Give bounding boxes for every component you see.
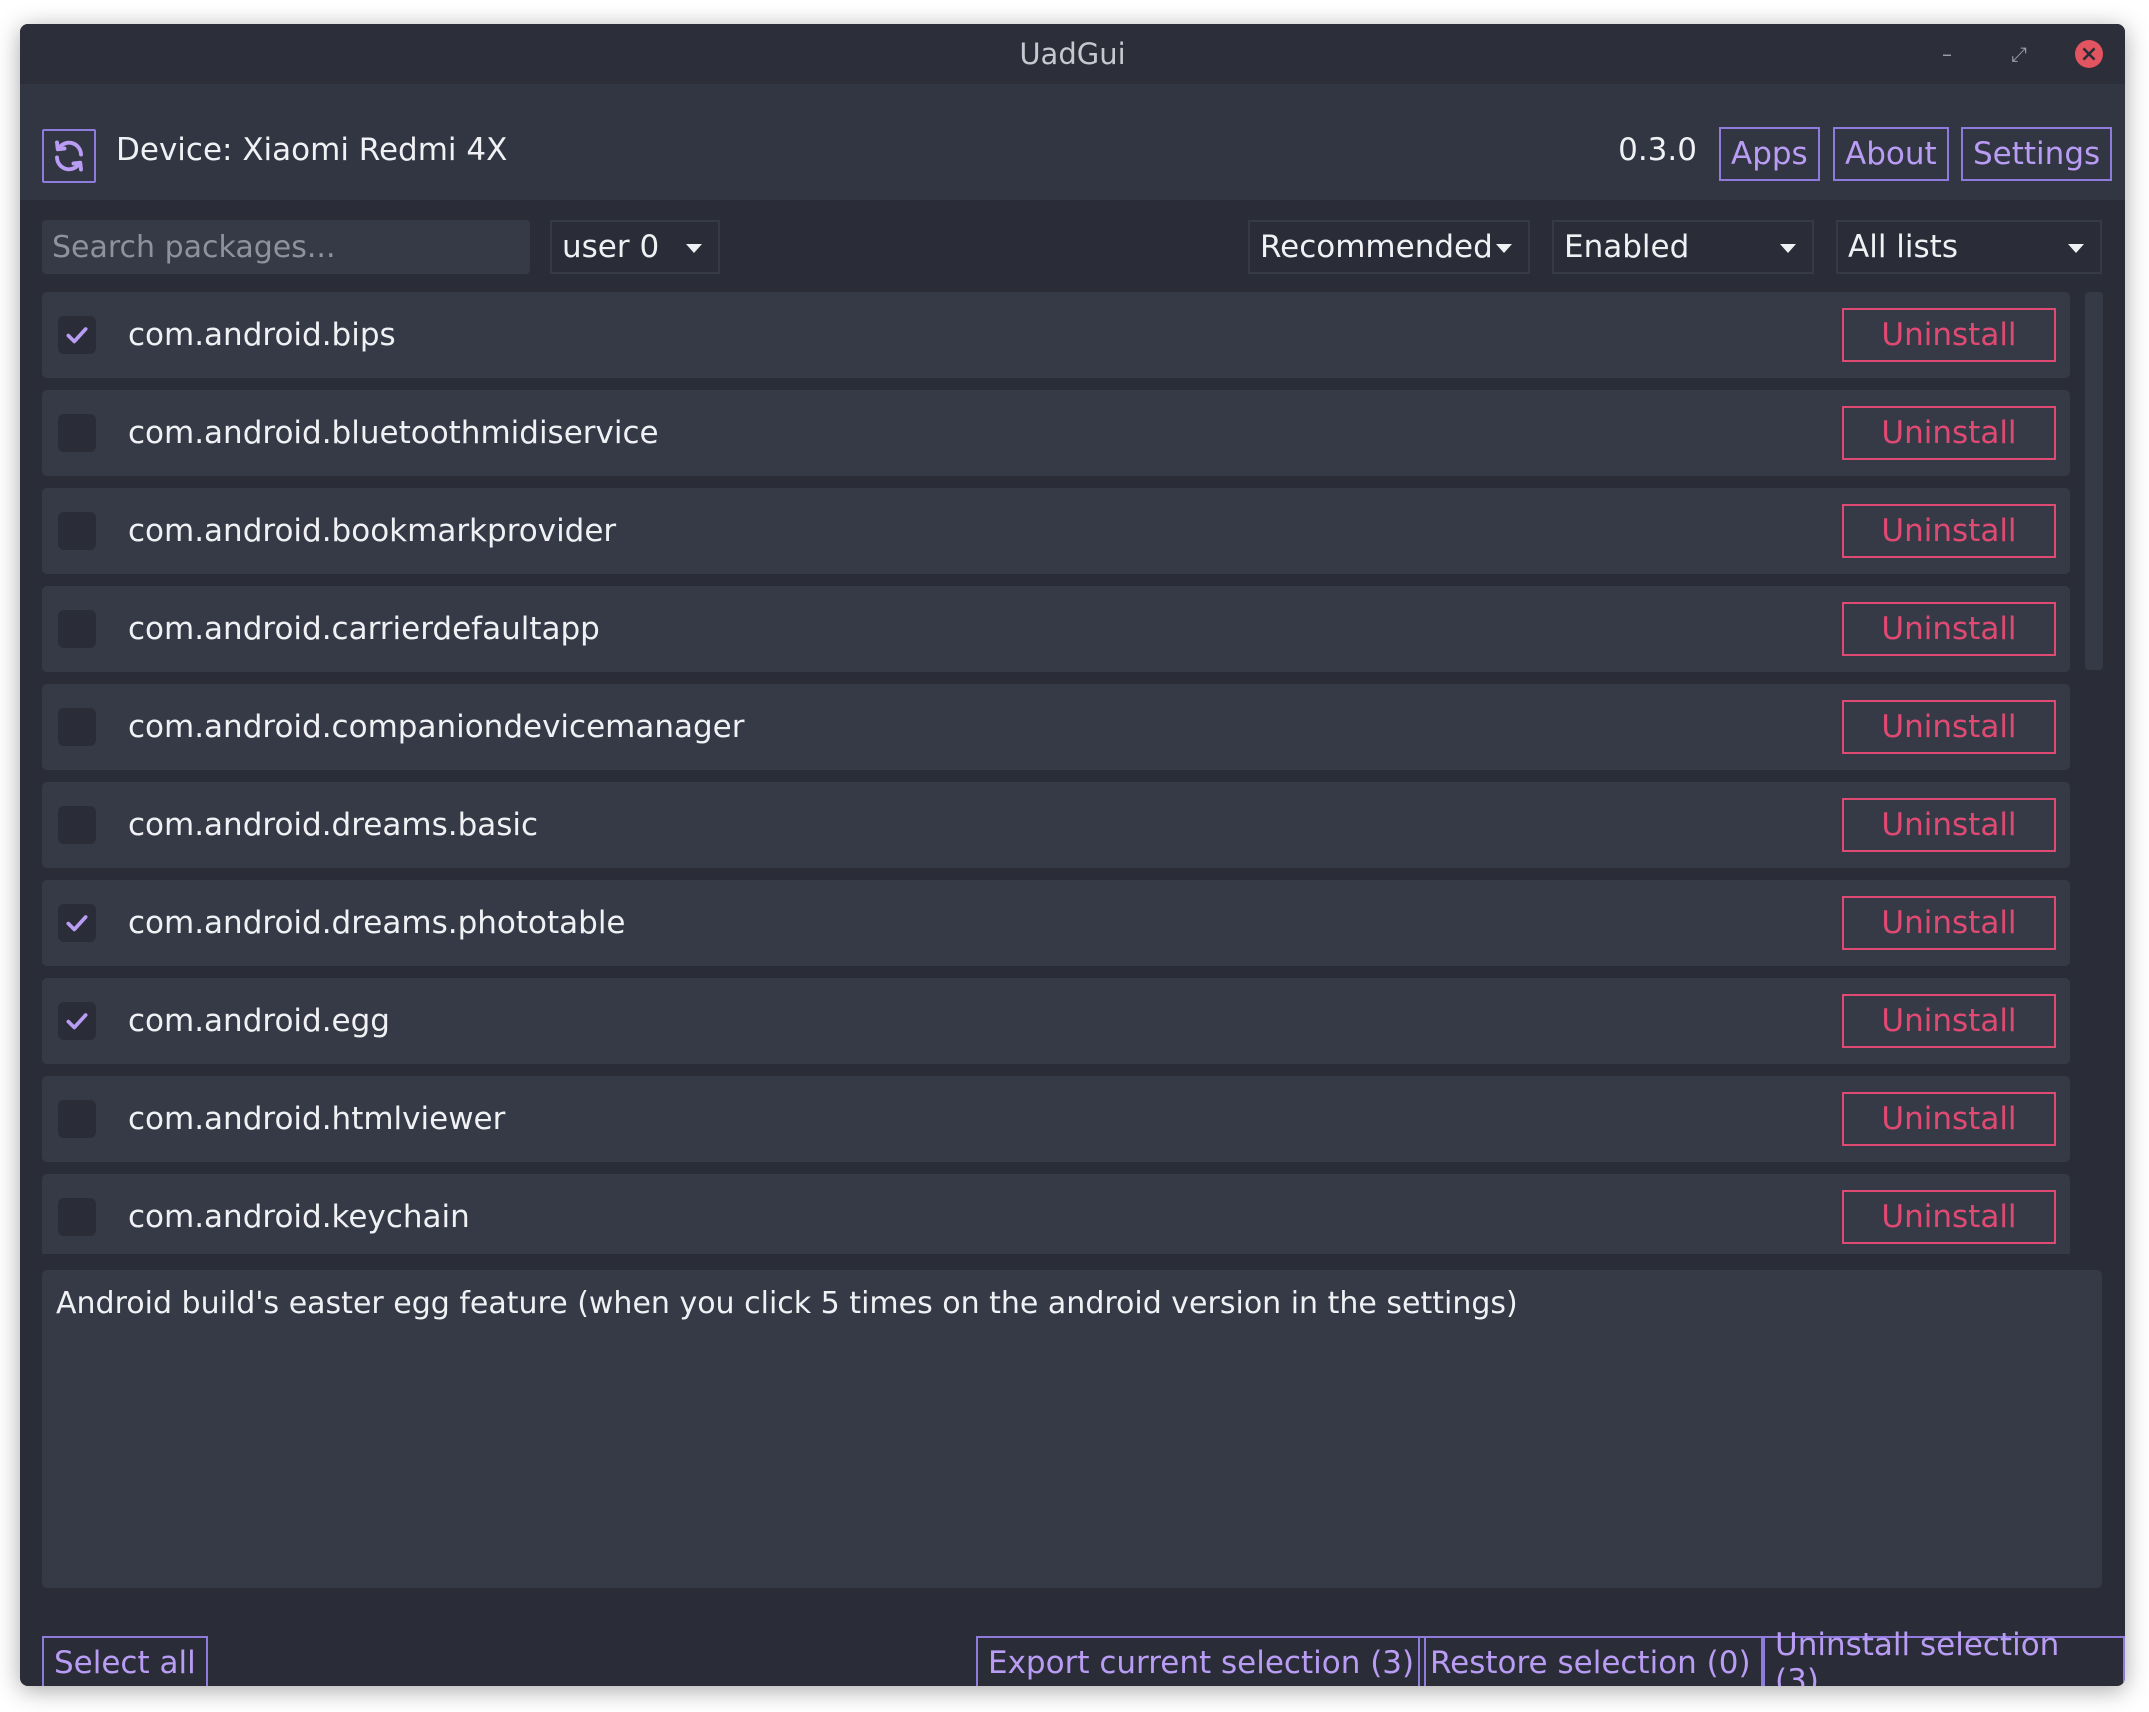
uninstall-button[interactable]: Uninstall bbox=[1842, 308, 2056, 362]
package-checkbox[interactable] bbox=[58, 414, 96, 452]
package-row[interactable]: com.android.keychain Uninstall bbox=[42, 1174, 2070, 1254]
apps-button[interactable]: Apps bbox=[1719, 127, 1820, 181]
package-name: com.android.dreams.basic bbox=[128, 807, 539, 843]
chevron-down-icon bbox=[1496, 244, 1512, 253]
minimize-icon[interactable]: – bbox=[1931, 38, 1963, 70]
user-select[interactable]: user 0 bbox=[550, 220, 720, 274]
filter-bar: user 0 Recommended Enabled All lists bbox=[20, 200, 2125, 300]
package-row[interactable]: com.android.dreams.basic Uninstall bbox=[42, 782, 2070, 868]
app-window: UadGui – ⤢ × Device: Xiaomi Redmi 4X 0.3… bbox=[20, 24, 2125, 1686]
package-checkbox[interactable] bbox=[58, 1198, 96, 1236]
header-bar: Device: Xiaomi Redmi 4X 0.3.0 Apps About… bbox=[20, 84, 2125, 200]
list-filter-value: All lists bbox=[1848, 229, 1958, 265]
package-name: com.android.keychain bbox=[128, 1199, 470, 1235]
about-button[interactable]: About bbox=[1833, 127, 1949, 181]
version-label: 0.3.0 bbox=[1618, 132, 1697, 168]
package-name: com.android.bluetoothmidiservice bbox=[128, 415, 659, 451]
package-name: com.android.bookmarkprovider bbox=[128, 513, 617, 549]
checkmark-icon bbox=[66, 327, 88, 344]
package-row[interactable]: com.android.companiondevicemanager Unins… bbox=[42, 684, 2070, 770]
package-row[interactable]: com.android.bookmarkprovider Uninstall bbox=[42, 488, 2070, 574]
package-name: com.android.bips bbox=[128, 317, 396, 353]
package-checkbox[interactable] bbox=[58, 1002, 96, 1040]
uninstall-button[interactable]: Uninstall bbox=[1842, 504, 2056, 558]
package-checkbox[interactable] bbox=[58, 708, 96, 746]
package-row[interactable]: com.android.dreams.phototable Uninstall bbox=[42, 880, 2070, 966]
device-label: Device: Xiaomi Redmi 4X bbox=[116, 132, 508, 168]
export-selection-button[interactable]: Export current selection (3) bbox=[976, 1636, 1427, 1686]
settings-button[interactable]: Settings bbox=[1961, 127, 2113, 181]
select-all-button[interactable]: Select all bbox=[42, 1636, 208, 1686]
package-description: Android build's easter egg feature (when… bbox=[42, 1270, 2102, 1588]
title-bar: UadGui – ⤢ × bbox=[20, 24, 2125, 84]
removal-filter-value: Recommended bbox=[1260, 229, 1493, 265]
package-row[interactable]: com.android.carrierdefaultapp Uninstall bbox=[42, 586, 2070, 672]
package-name: com.android.htmlviewer bbox=[128, 1101, 506, 1137]
restore-selection-button[interactable]: Restore selection (0) bbox=[1418, 1636, 1763, 1686]
removal-filter-select[interactable]: Recommended bbox=[1248, 220, 1530, 274]
uninstall-selection-button[interactable]: Uninstall selection (3) bbox=[1763, 1627, 2125, 1686]
package-row[interactable]: com.android.bips Uninstall bbox=[42, 292, 2070, 378]
uninstall-button[interactable]: Uninstall bbox=[1842, 700, 2056, 754]
state-filter-value: Enabled bbox=[1564, 229, 1690, 265]
refresh-button[interactable] bbox=[42, 129, 96, 183]
uninstall-button[interactable]: Uninstall bbox=[1842, 406, 2056, 460]
package-checkbox[interactable] bbox=[58, 316, 96, 354]
uninstall-button[interactable]: Uninstall bbox=[1842, 896, 2056, 950]
package-row[interactable]: com.android.htmlviewer Uninstall bbox=[42, 1076, 2070, 1162]
list-scrollbar[interactable] bbox=[2085, 292, 2103, 670]
package-checkbox[interactable] bbox=[58, 512, 96, 550]
window-controls: – ⤢ × bbox=[1931, 38, 2103, 70]
uninstall-button[interactable]: Uninstall bbox=[1842, 602, 2056, 656]
package-checkbox[interactable] bbox=[58, 904, 96, 942]
uninstall-button[interactable]: Uninstall bbox=[1842, 1092, 2056, 1146]
footer-bar: Select all Export current selection (3) … bbox=[20, 1598, 2125, 1686]
package-row[interactable]: com.android.bluetoothmidiservice Uninsta… bbox=[42, 390, 2070, 476]
search-input[interactable] bbox=[42, 220, 530, 274]
package-name: com.android.egg bbox=[128, 1003, 390, 1039]
package-name: com.android.companiondevicemanager bbox=[128, 709, 745, 745]
uninstall-button[interactable]: Uninstall bbox=[1842, 1190, 2056, 1244]
restore-icon[interactable]: ⤢ bbox=[2003, 38, 2035, 70]
checkmark-icon bbox=[66, 915, 88, 932]
package-name: com.android.carrierdefaultapp bbox=[128, 611, 600, 647]
package-row[interactable]: com.android.egg Uninstall bbox=[42, 978, 2070, 1064]
package-checkbox[interactable] bbox=[58, 610, 96, 648]
package-list[interactable]: com.android.bips Uninstall com.android.b… bbox=[42, 292, 2102, 1254]
checkmark-icon bbox=[66, 1013, 88, 1030]
chevron-down-icon bbox=[2068, 244, 2084, 253]
package-name: com.android.dreams.phototable bbox=[128, 905, 626, 941]
uninstall-button[interactable]: Uninstall bbox=[1842, 994, 2056, 1048]
package-checkbox[interactable] bbox=[58, 1100, 96, 1138]
chevron-down-icon bbox=[1780, 244, 1796, 253]
uninstall-button[interactable]: Uninstall bbox=[1842, 798, 2056, 852]
list-filter-select[interactable]: All lists bbox=[1836, 220, 2102, 274]
window-title: UadGui bbox=[1019, 37, 1126, 71]
package-checkbox[interactable] bbox=[58, 806, 96, 844]
close-icon[interactable]: × bbox=[2075, 40, 2103, 68]
user-select-value: user 0 bbox=[562, 229, 660, 265]
state-filter-select[interactable]: Enabled bbox=[1552, 220, 1814, 274]
chevron-down-icon bbox=[686, 244, 702, 253]
refresh-icon bbox=[55, 140, 83, 172]
